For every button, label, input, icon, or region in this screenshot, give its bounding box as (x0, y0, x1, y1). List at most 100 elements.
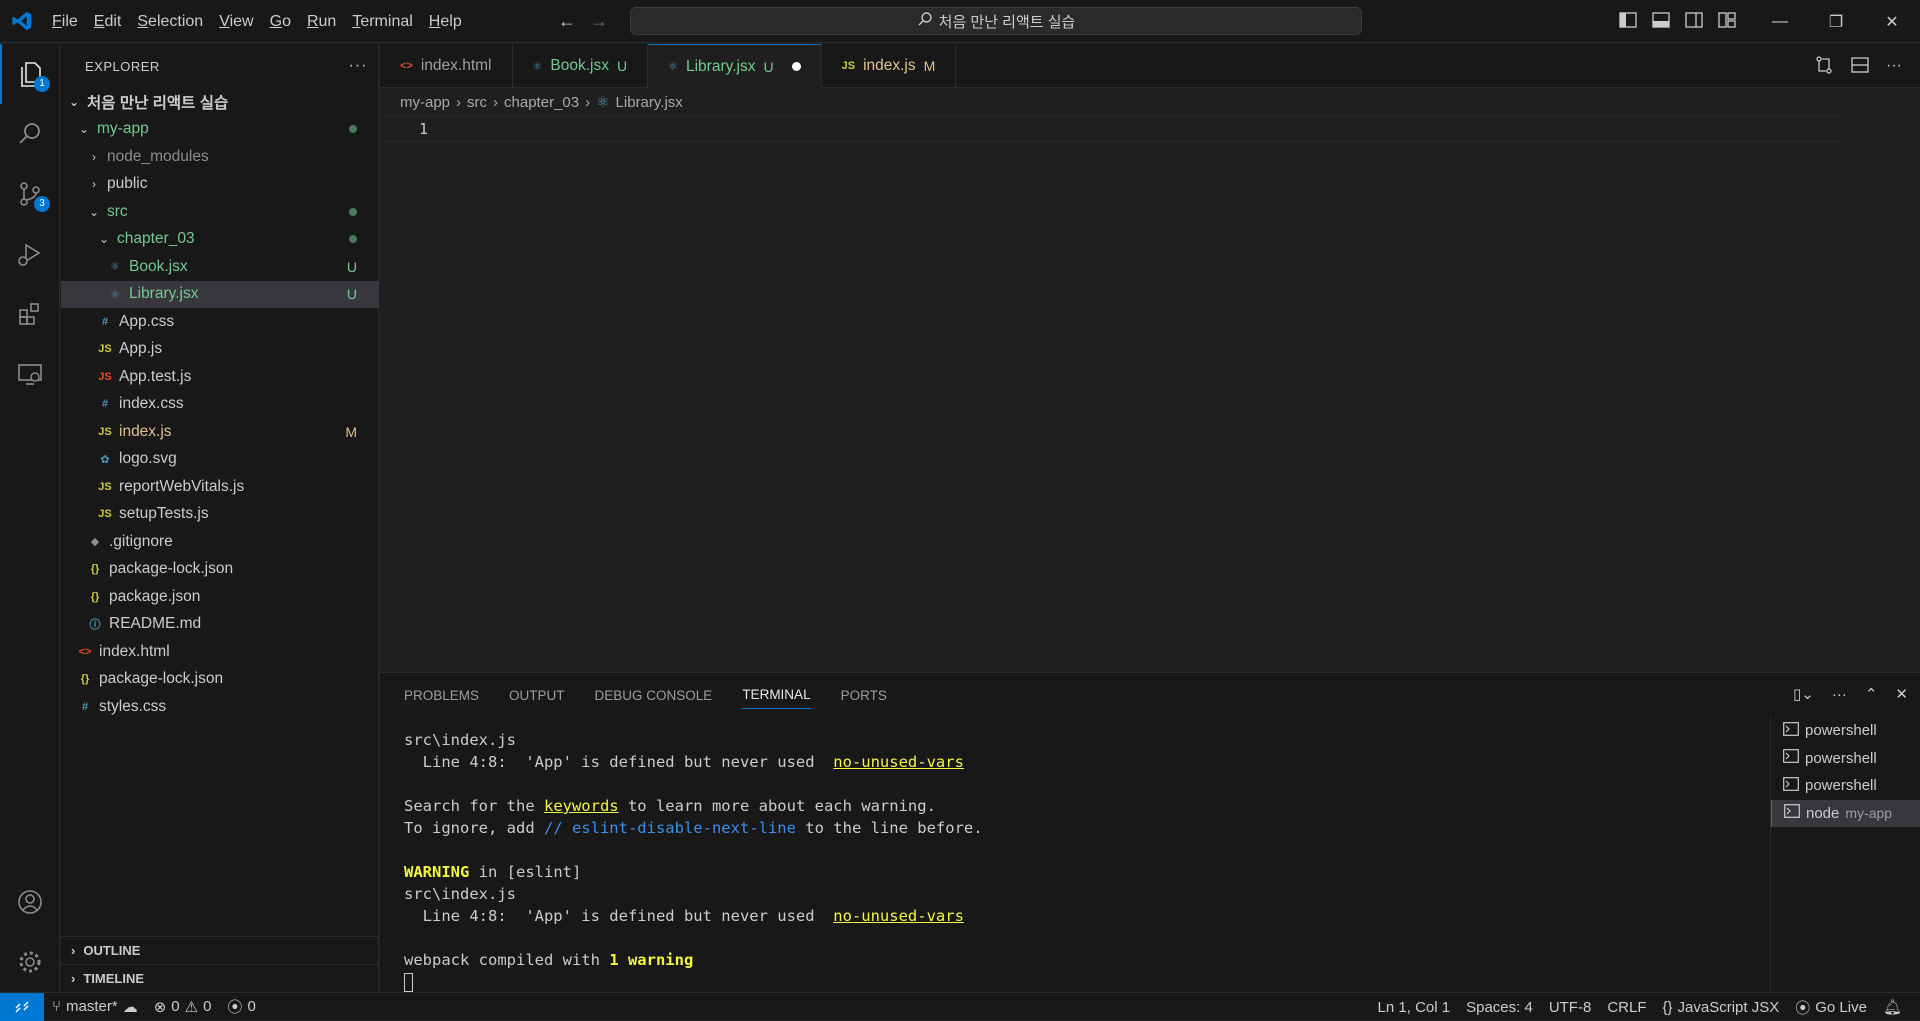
tree-item-label: index.css (119, 395, 184, 413)
indentation[interactable]: Spaces: 4 (1458, 999, 1541, 1016)
file-type-icon: JS (98, 425, 112, 438)
forward-arrow-icon[interactable]: → (590, 10, 608, 32)
outline-section[interactable]: › OUTLINE (61, 936, 379, 964)
search-view-icon[interactable] (0, 104, 60, 164)
language-mode[interactable]: {} JavaScript JSX (1654, 999, 1787, 1016)
explorer-icon[interactable]: 1 (0, 44, 60, 104)
rule-link[interactable]: no-unused-vars (833, 753, 964, 771)
more-actions-icon[interactable]: ··· (338, 57, 378, 75)
tree-item[interactable]: # index.css (61, 391, 379, 419)
tree-item[interactable]: ⌄ src (61, 198, 379, 226)
ports-status[interactable]: ⦿ 0 (219, 996, 263, 1017)
file-tree: ⌄ 처음 만난 리액트 실습 ⌄ my-app › node_modules › publ… (61, 88, 379, 721)
toggle-panel-icon[interactable] (1651, 10, 1671, 30)
restore-icon[interactable]: ❐ (1808, 0, 1864, 43)
tree-item[interactable]: ⚛ Book.jsx U (61, 253, 379, 281)
close-panel-icon[interactable]: ✕ (1895, 685, 1908, 703)
tree-item[interactable]: ◆ .gitignore (61, 528, 379, 556)
branch-status[interactable]: ⑂ master* ☁ (44, 998, 146, 1016)
line-ending[interactable]: CRLF (1599, 999, 1654, 1016)
tree-item[interactable]: ⌄ my-app (61, 116, 379, 144)
terminal-instance[interactable]: powershell (1771, 745, 1920, 773)
extensions-icon[interactable] (0, 284, 60, 344)
tree-item[interactable]: {} package-lock.json (61, 666, 379, 694)
tree-item[interactable]: JS App.test.js (61, 363, 379, 391)
maximize-panel-icon[interactable]: ⌃ (1865, 685, 1878, 703)
tab-debug-console[interactable]: DEBUG CONSOLE (595, 688, 713, 703)
status-bar: ⑂ master* ☁ ⊗ 0 ⚠ 0 ⦿ 0 Ln 1, Col 1 Spac… (0, 992, 1920, 1021)
code-line[interactable]: 1 (380, 116, 1840, 142)
terminal-output[interactable]: src\index.js Line 4:8: 'App' is defined … (404, 729, 1744, 993)
terminal-instance[interactable]: node my-app (1771, 799, 1920, 827)
terminal-instance[interactable]: powershell (1771, 717, 1920, 745)
editor-tab[interactable]: ⚛ Book.jsx U (513, 44, 649, 88)
go-live-button[interactable]: ⦿ Go Live (1787, 997, 1875, 1018)
tree-item[interactable]: › public (61, 171, 379, 199)
remote-explorer-icon[interactable] (0, 344, 60, 404)
minimize-icon[interactable]: — (1752, 0, 1808, 43)
tab-output[interactable]: OUTPUT (509, 688, 565, 703)
tree-item[interactable]: # App.css (61, 308, 379, 336)
tree-item[interactable]: <> index.html (61, 638, 379, 666)
tree-item[interactable]: JS reportWebVitals.js (61, 473, 379, 501)
menu-go[interactable]: Go (262, 0, 299, 43)
source-control-icon[interactable]: 3 (0, 164, 60, 224)
tree-item[interactable]: ⚛ Library.jsx U (61, 280, 379, 308)
breadcrumb-item[interactable]: my-app (400, 94, 450, 111)
split-terminal-icon[interactable]: ▯⌄ (1793, 685, 1814, 703)
tree-item[interactable]: ⌄ chapter_03 (61, 226, 379, 254)
breadcrumb-item[interactable]: Library.jsx (616, 94, 683, 111)
breadcrumb-item[interactable]: chapter_03 (504, 94, 579, 111)
menu-terminal[interactable]: Terminal (344, 0, 420, 43)
remote-indicator-icon[interactable] (0, 992, 44, 1021)
tree-item[interactable]: ⓘ README.md (61, 611, 379, 639)
terminal-name: powershell (1805, 749, 1877, 767)
tree-item-label: App.css (119, 312, 175, 330)
tree-item[interactable]: JS index.js M (61, 418, 379, 446)
notifications-bell-icon[interactable]: 🔔︎ (1875, 998, 1910, 1016)
unsaved-dot-icon[interactable] (791, 62, 801, 71)
editor-tab[interactable]: JS index.js M (822, 44, 957, 88)
menu-selection[interactable]: Selection (129, 0, 211, 43)
tree-item[interactable]: ✿ logo.svg (61, 446, 379, 474)
close-icon[interactable]: ✕ (1864, 0, 1920, 43)
problems-status[interactable]: ⊗ 0 ⚠ 0 (146, 998, 220, 1016)
modified-dot (349, 125, 357, 134)
tab-ports[interactable]: PORTS (841, 688, 887, 703)
toggle-secondary-sidebar-icon[interactable] (1684, 10, 1704, 30)
menu-file[interactable]: File (44, 0, 86, 43)
timeline-section[interactable]: › TIMELINE (61, 964, 379, 992)
encoding[interactable]: UTF-8 (1541, 999, 1600, 1016)
workspace-root[interactable]: ⌄ 처음 만난 리액트 실습 (61, 88, 379, 116)
command-center-search[interactable]: 처음 만난 리액트 실습 (630, 7, 1362, 35)
customize-layout-icon[interactable] (1717, 10, 1737, 30)
back-arrow-icon[interactable]: ← (558, 10, 576, 32)
split-editor-icon[interactable] (1850, 55, 1870, 78)
menu-run[interactable]: Run (299, 0, 344, 43)
tree-item[interactable]: # styles.css (61, 693, 379, 721)
menu-help[interactable]: Help (421, 0, 470, 43)
run-debug-icon[interactable] (0, 224, 60, 284)
tree-item[interactable]: JS App.js (61, 336, 379, 364)
terminal-instance[interactable]: powershell (1771, 772, 1920, 800)
menu-edit[interactable]: Edit (86, 0, 130, 43)
tree-item[interactable]: {} package.json (61, 583, 379, 611)
account-icon[interactable] (0, 872, 60, 932)
toggle-primary-sidebar-icon[interactable] (1618, 10, 1638, 30)
tab-terminal[interactable]: TERMINAL (742, 687, 811, 709)
tree-item[interactable]: {} package-lock.json (61, 556, 379, 584)
tree-item[interactable]: JS setupTests.js (61, 501, 379, 529)
settings-gear-icon[interactable] (0, 932, 60, 992)
editor-tab[interactable]: ⚛ Library.jsx U (648, 44, 822, 88)
more-icon[interactable]: ··· (1832, 686, 1847, 703)
breadcrumb-item[interactable]: src (467, 94, 487, 111)
menu-view[interactable]: View (211, 0, 261, 43)
cursor-position[interactable]: Ln 1, Col 1 (1370, 999, 1459, 1016)
more-editor-actions-icon[interactable]: ··· (1886, 57, 1902, 75)
rule-link[interactable]: no-unused-vars (833, 907, 964, 925)
editor-tab[interactable]: <> index.html (380, 44, 513, 88)
keywords-link[interactable]: keywords (544, 797, 619, 815)
tree-item[interactable]: › node_modules (61, 143, 379, 171)
open-changes-icon[interactable] (1814, 55, 1834, 78)
tab-problems[interactable]: PROBLEMS (404, 688, 479, 703)
